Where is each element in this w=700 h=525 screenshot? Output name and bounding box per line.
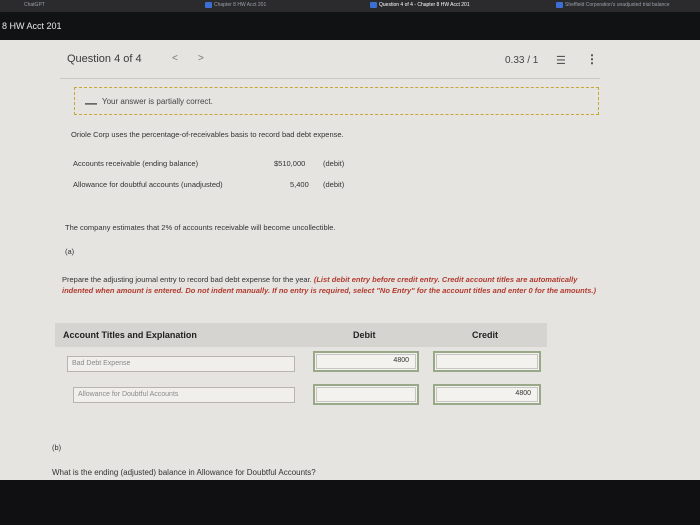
col-credit: Credit xyxy=(472,330,499,340)
question-panel: Question 4 of 4 < > 0.33 / 1 ☰ ⋮ — Your … xyxy=(0,40,700,480)
question-title: Question 4 of 4 xyxy=(67,53,142,65)
estimate-text: The company estimates that 2% of account… xyxy=(65,223,336,232)
site-icon xyxy=(370,2,377,8)
tab-trial-balance[interactable]: Sheffield Corporation's unadjusted trial… xyxy=(556,2,670,8)
allowance-amount: 5,400 xyxy=(290,180,309,189)
partial-correct-icon: — xyxy=(85,96,97,110)
feedback-box: — Your answer is partially correct. xyxy=(74,87,599,115)
feedback-text: Your answer is partially correct. xyxy=(102,97,213,106)
part-a-label: (a) xyxy=(65,247,75,256)
tab-chapter-hw[interactable]: Chapter 8 HW Acct 201 xyxy=(205,2,266,8)
course-header: 8 HW Acct 201 xyxy=(0,12,700,40)
tab-question-active[interactable]: Question 4 of 4 - Chapter 8 HW Acct 201 xyxy=(370,2,470,8)
question-score: 0.33 / 1 xyxy=(505,55,539,66)
account-field-row2[interactable]: Allowance for Doubtful Accounts xyxy=(73,387,295,403)
ar-type: (debit) xyxy=(323,159,345,168)
course-title: 8 HW Acct 201 xyxy=(2,21,62,31)
col-account-titles: Account Titles and Explanation xyxy=(63,330,197,340)
part-b-label: (b) xyxy=(52,443,62,452)
col-debit: Debit xyxy=(353,330,376,340)
prev-question-icon[interactable]: < xyxy=(172,53,178,64)
bottom-bezel xyxy=(0,480,700,525)
ar-label: Accounts receivable (ending balance) xyxy=(73,159,199,168)
more-options-icon[interactable]: ⋮ xyxy=(586,52,598,66)
part-b-question: What is the ending (adjusted) balance in… xyxy=(52,468,316,477)
allowance-label: Allowance for doubtful accounts (unadjus… xyxy=(73,180,223,189)
credit-field-row1[interactable] xyxy=(433,351,541,372)
divider xyxy=(60,78,600,79)
site-icon xyxy=(205,2,212,8)
next-question-icon[interactable]: > xyxy=(198,53,204,64)
problem-intro: Oriole Corp uses the percentage-of-recei… xyxy=(71,130,344,139)
debit-field-row1[interactable]: 4800 xyxy=(313,351,419,372)
tab-chatgpt[interactable]: ChatGPT xyxy=(24,2,45,8)
site-icon xyxy=(556,2,563,8)
journal-header: Account Titles and Explanation Debit Cre… xyxy=(55,323,547,347)
account-value: Allowance for Doubtful Accounts xyxy=(78,391,179,398)
debit-value: 4800 xyxy=(393,357,409,364)
question-list-icon[interactable]: ☰ xyxy=(556,54,566,67)
ar-amount: $510,000 xyxy=(274,159,306,168)
credit-value: 4800 xyxy=(515,390,531,397)
browser-tab-bar: ChatGPT Chapter 8 HW Acct 201 Question 4… xyxy=(0,0,700,12)
allowance-type: (debit) xyxy=(323,180,345,189)
account-field-row1[interactable]: Bad Debt Expense xyxy=(67,356,295,372)
account-value: Bad Debt Expense xyxy=(72,360,131,367)
part-a-instructions: Prepare the adjusting journal entry to r… xyxy=(62,275,596,295)
debit-field-row2[interactable] xyxy=(313,384,419,405)
credit-field-row2[interactable]: 4800 xyxy=(433,384,541,405)
